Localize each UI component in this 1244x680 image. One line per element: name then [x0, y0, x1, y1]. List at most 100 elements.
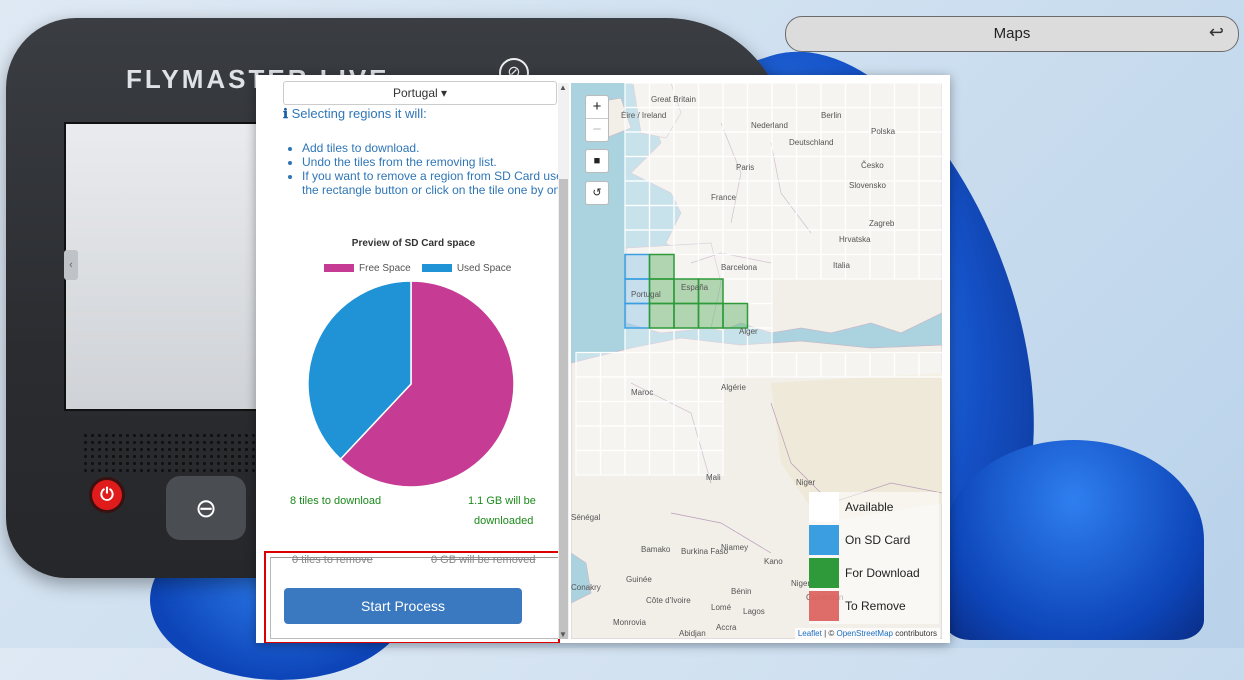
map-tile: [869, 229, 896, 256]
map-tile: [893, 83, 920, 109]
legend-swatch: [809, 591, 839, 621]
map-tile: [820, 83, 847, 109]
map-tile: [795, 204, 822, 231]
map-tile: [697, 425, 724, 452]
map-tile: [795, 155, 822, 182]
legend-item-to-remove: To Remove: [809, 591, 939, 621]
map-tile: [624, 351, 651, 378]
map-tile: [624, 204, 651, 231]
map-tile: [893, 253, 920, 280]
leaflet-link[interactable]: Leaflet: [798, 629, 822, 638]
legend-item-available: Available: [809, 492, 939, 522]
map-tile: [722, 278, 749, 305]
download-tiles-text: 8 tiles to download: [290, 495, 382, 507]
map-tile: [771, 204, 798, 231]
map-place-label: Accra: [716, 623, 737, 632]
map-tile: [673, 155, 700, 182]
map-place-label: Guinée: [626, 575, 652, 584]
zoom-out-sound-button[interactable]: ⊖: [166, 476, 246, 540]
map-tile: [893, 351, 920, 378]
legend-label: For Download: [845, 566, 920, 580]
map-tile: [746, 229, 773, 256]
map-place-label: Monrovia: [613, 618, 646, 627]
map-tile: [844, 83, 871, 109]
rectangle-select-button[interactable]: ■: [585, 149, 609, 173]
zoom-in-button[interactable]: +: [586, 96, 608, 119]
map-attribution: Leaflet | © OpenStreetMap contributors: [794, 628, 940, 639]
chart-legend: Free Space Used Space: [324, 263, 511, 274]
chevron-left-icon[interactable]: ‹: [64, 250, 78, 280]
legend-swatch: [809, 525, 839, 555]
tile-map[interactable]: Great Britain Éire / Ireland Nederland Berl…: [571, 83, 942, 639]
map-place-label: Nederland: [751, 121, 788, 130]
map-tile-for-download: [648, 253, 675, 280]
map-tile: [697, 376, 724, 403]
map-tile: [697, 131, 724, 158]
osm-link[interactable]: OpenStreetMap: [836, 629, 892, 638]
map-tile: [795, 106, 822, 133]
map-tile: [697, 400, 724, 427]
region-select[interactable]: Portugal ▾: [283, 81, 557, 105]
map-tile: [648, 425, 675, 452]
map-tile: [722, 351, 749, 378]
map-tile: [673, 131, 700, 158]
map-tile-on-sd-card: [624, 253, 651, 280]
map-tile: [893, 131, 920, 158]
remove-tiles-text: 0 tiles to remove: [292, 554, 373, 566]
start-process-button[interactable]: Start Process: [284, 588, 522, 624]
zoom-control: + −: [585, 95, 609, 142]
map-download-dialog: Portugal ▾ ℹ Selecting regions it will: …: [256, 75, 950, 643]
map-tile: [599, 376, 626, 403]
map-tile: [893, 204, 920, 231]
map-tile: [918, 83, 942, 109]
map-tile: [599, 449, 626, 476]
scroll-thumb[interactable]: [559, 179, 568, 639]
map-tile: [820, 351, 847, 378]
map-tile: [624, 229, 651, 256]
attribution-suffix: contributors: [892, 629, 937, 638]
map-tile: [648, 400, 675, 427]
scroll-down-icon[interactable]: ▼: [559, 630, 567, 639]
map-tile: [624, 83, 651, 109]
map-tile: [673, 253, 700, 280]
map-tile: [722, 131, 749, 158]
map-place-label: Lomé: [711, 603, 732, 612]
map-legend: Available On SD Card For Download To Rem…: [809, 492, 939, 624]
map-tile: [795, 351, 822, 378]
map-place-label: Bénin: [731, 587, 752, 596]
map-tile: [599, 400, 626, 427]
page-title: Maps: [993, 25, 1031, 42]
map-tile: [673, 180, 700, 207]
map-place-label: Berlin: [821, 111, 842, 120]
list-item: Add tiles to download.: [302, 141, 571, 155]
map-tile: [820, 180, 847, 207]
map-tile: [624, 400, 651, 427]
map-tile: [673, 327, 700, 354]
back-icon[interactable]: ↩: [1209, 22, 1224, 43]
map-place-label: Portugal: [631, 290, 661, 299]
map-tile: [624, 327, 651, 354]
map-tile: [918, 253, 942, 280]
map-tile: [795, 253, 822, 280]
map-tile: [893, 106, 920, 133]
speaker-grille: [82, 432, 257, 474]
scroll-up-icon[interactable]: ▲: [559, 83, 567, 92]
map-tile: [673, 449, 700, 476]
map-place-label: Deutschland: [789, 138, 834, 147]
map-place-label: Česko: [861, 161, 884, 170]
map-tile: [918, 155, 942, 182]
map-tile: [697, 449, 724, 476]
zoom-out-button[interactable]: −: [586, 119, 608, 141]
map-tile: [697, 106, 724, 133]
map-place-label: Polska: [871, 127, 896, 136]
map-tile: [820, 204, 847, 231]
undo-button[interactable]: ↺: [585, 181, 609, 205]
power-button[interactable]: ⏻: [92, 480, 122, 510]
legend-label-free: Free Space: [359, 263, 411, 274]
map-tile: [771, 155, 798, 182]
map-tile: [624, 449, 651, 476]
map-tile: [648, 327, 675, 354]
panel-scrollbar[interactable]: ▲ ▼: [558, 83, 569, 639]
download-size-text: 1.1 GB will be: [468, 495, 536, 507]
map-tile: [575, 351, 602, 378]
